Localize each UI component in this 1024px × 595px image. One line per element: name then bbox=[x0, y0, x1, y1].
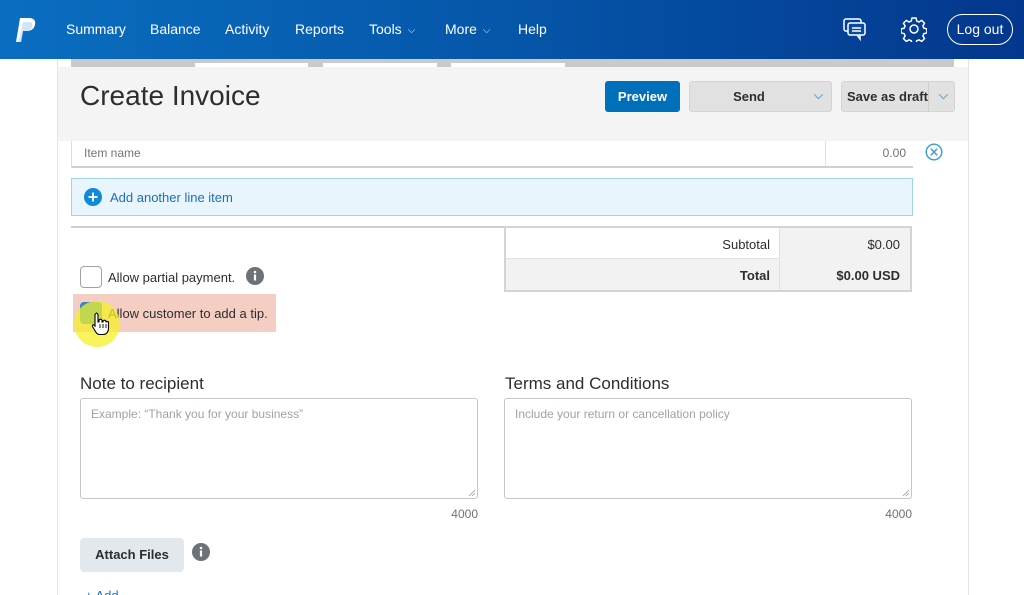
nav-more[interactable]: More ⌵ bbox=[445, 21, 491, 37]
remove-item-icon[interactable] bbox=[925, 143, 943, 161]
resize-grip-icon[interactable] bbox=[468, 489, 476, 497]
info-icon[interactable] bbox=[192, 543, 210, 561]
total-value: $0.00 USD bbox=[836, 268, 900, 283]
subtotal-cell: $0.00 bbox=[779, 228, 910, 259]
total-cell: $0.00 USD bbox=[779, 259, 910, 290]
paypal-logo-icon[interactable] bbox=[14, 16, 38, 44]
add-line-item-label: Add another line item bbox=[110, 190, 233, 205]
partial-payment-option[interactable]: Allow partial payment. bbox=[80, 266, 240, 288]
subtotal-label: Subtotal bbox=[722, 237, 770, 252]
nav-balance[interactable]: Balance bbox=[150, 21, 201, 37]
bottom-add-link[interactable]: + Add ... bbox=[85, 588, 133, 595]
nav-summary[interactable]: Summary bbox=[66, 21, 126, 37]
progress-tab-strip bbox=[71, 59, 954, 67]
attach-files-button[interactable]: Attach Files bbox=[80, 538, 184, 572]
chevron-down-icon[interactable]: ⌵ bbox=[939, 88, 948, 103]
column-divider bbox=[825, 141, 826, 166]
tip-label: Allow customer to add a tip. bbox=[108, 306, 268, 321]
send-button-label: Send bbox=[733, 89, 765, 104]
gear-icon[interactable] bbox=[901, 16, 927, 42]
terms-char-counter: 4000 bbox=[885, 507, 912, 521]
nav-help[interactable]: Help bbox=[518, 21, 547, 37]
info-icon[interactable] bbox=[246, 267, 264, 285]
divider bbox=[71, 226, 505, 228]
line-item-row: 0.00 bbox=[71, 141, 913, 168]
subtotal-value: $0.00 bbox=[867, 237, 900, 252]
note-to-recipient-textarea[interactable] bbox=[80, 398, 478, 499]
resize-grip-icon[interactable] bbox=[902, 489, 910, 497]
terms-textarea[interactable] bbox=[504, 398, 912, 499]
add-line-item-button[interactable]: Add another line item bbox=[71, 178, 913, 216]
top-navigation-bar: Summary Balance Activity Reports Tools ⌵ … bbox=[0, 0, 1024, 59]
save-as-draft-button[interactable]: Save as draft ⌵ bbox=[841, 81, 955, 112]
save-as-draft-label: Save as draft bbox=[847, 89, 928, 104]
item-amount[interactable]: 0.00 bbox=[883, 146, 906, 160]
partial-payment-label: Allow partial payment. bbox=[108, 270, 236, 285]
nav-tools-label: Tools bbox=[369, 21, 402, 37]
item-name-input[interactable] bbox=[84, 146, 784, 160]
chevron-down-icon[interactable]: ⌵ bbox=[814, 88, 823, 103]
totals-table: Subtotal $0.00 Total $0.00 USD bbox=[504, 226, 912, 292]
plus-circle-icon bbox=[84, 188, 102, 206]
partial-payment-checkbox[interactable] bbox=[80, 266, 102, 288]
subtotal-row: Subtotal $0.00 bbox=[506, 228, 910, 259]
nav-reports[interactable]: Reports bbox=[295, 21, 344, 37]
total-label: Total bbox=[739, 268, 770, 283]
chat-icon[interactable] bbox=[842, 16, 868, 42]
nav-more-label: More bbox=[445, 21, 477, 37]
note-label: Note to recipient bbox=[80, 374, 204, 393]
preview-button[interactable]: Preview bbox=[605, 81, 680, 112]
send-button[interactable]: Send ⌵ bbox=[689, 81, 832, 112]
note-char-counter: 4000 bbox=[451, 507, 478, 521]
nav-tools[interactable]: Tools ⌵ bbox=[369, 21, 415, 37]
page-title: Create Invoice bbox=[80, 80, 261, 111]
chevron-down-icon: ⌵ bbox=[407, 25, 416, 36]
logout-button[interactable]: Log out bbox=[947, 14, 1013, 45]
hand-pointer-cursor-icon bbox=[91, 312, 110, 335]
button-divider bbox=[928, 82, 929, 111]
nav-activity[interactable]: Activity bbox=[225, 21, 269, 37]
terms-label: Terms and Conditions bbox=[505, 374, 670, 393]
total-row: Total $0.00 USD bbox=[506, 259, 910, 290]
chevron-down-icon: ⌵ bbox=[482, 25, 491, 36]
